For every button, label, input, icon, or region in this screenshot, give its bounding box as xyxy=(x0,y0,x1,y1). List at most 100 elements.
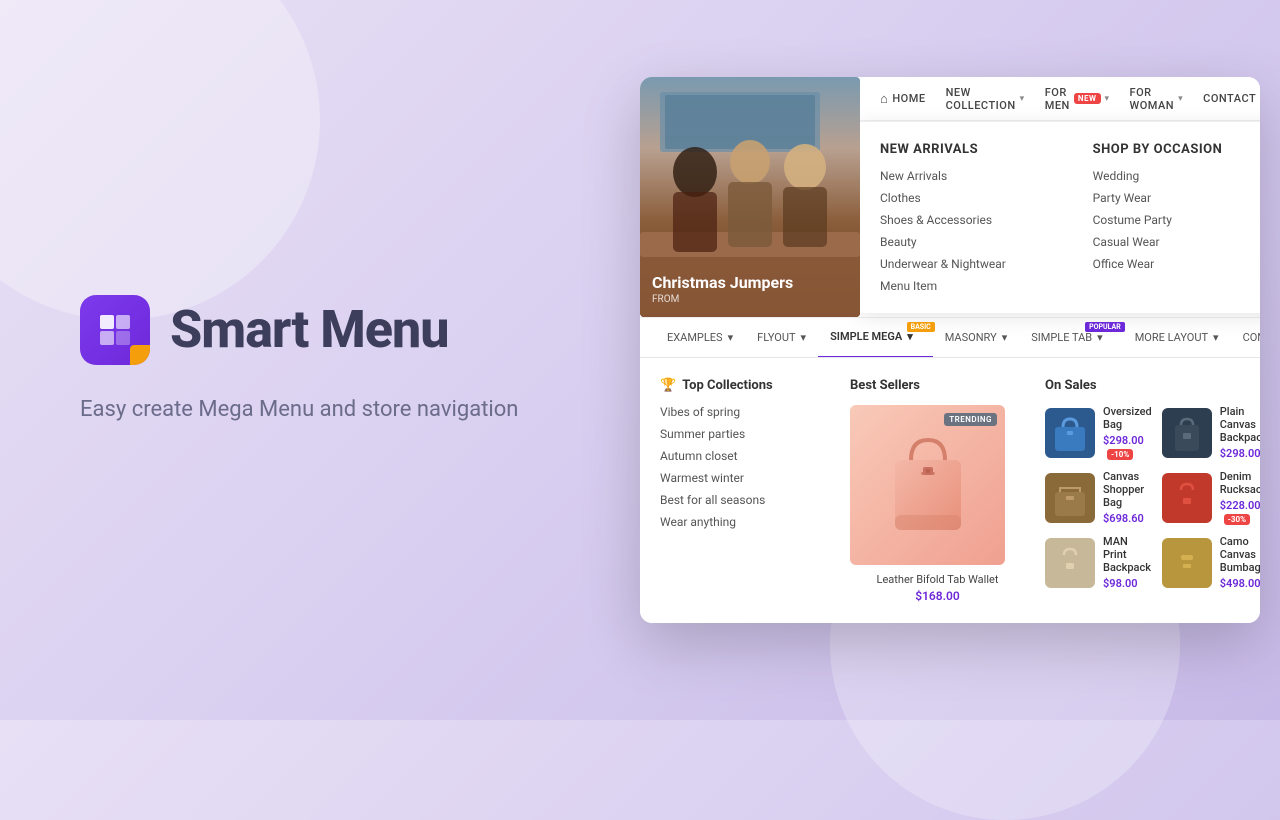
tab-masonry-label: MASONRY xyxy=(945,331,997,344)
nav-for-woman-label: FOR WOMAN xyxy=(1130,86,1175,112)
sale-item[interactable]: Canvas Shopper Bag $698.60 xyxy=(1045,470,1152,525)
collections-panel: 🏆 Top Collections Vibes of spring Summer… xyxy=(660,378,830,603)
sale-info: Camo Canvas Bumbag $498.00 xyxy=(1220,535,1260,590)
hero-title: Christmas Jumpers xyxy=(652,273,793,292)
mega-menu-item[interactable]: Wedding xyxy=(1093,169,1260,183)
mega-menu-col-occasion: Shop by Occasion Wedding Party Wear Cost… xyxy=(1093,142,1260,293)
tab-more-layout[interactable]: MORE LAYOUT ▾ xyxy=(1123,318,1231,358)
sale-discount-badge: -30% xyxy=(1224,514,1250,525)
tab-examples[interactable]: EXAMPLES ▾ xyxy=(655,318,745,358)
logo-icon xyxy=(95,310,135,350)
on-sales-panel: On Sales Oversized Bag xyxy=(1045,378,1260,603)
new-badge: New xyxy=(1074,93,1101,104)
chevron-icon-3: ▾ xyxy=(907,330,913,343)
chevron-down-icon-3: ▾ xyxy=(1178,94,1183,104)
mega-menu-item[interactable]: Beauty xyxy=(880,235,1053,249)
sale-item[interactable]: MAN Print Backpack $98.00 xyxy=(1045,535,1152,590)
mega-menu-item[interactable]: Clothes xyxy=(880,191,1053,205)
mega-menu-item[interactable]: Costume Party xyxy=(1093,213,1260,227)
sale-info: Oversized Bag $298.00 -10% xyxy=(1103,405,1152,460)
list-item[interactable]: Summer parties xyxy=(660,427,830,441)
list-item[interactable]: Vibes of spring xyxy=(660,405,830,419)
sale-info: Plain Canvas Backpack $298.00 xyxy=(1220,405,1260,460)
sale-item[interactable]: Denim Rucksack $228.00 -30% xyxy=(1162,470,1260,525)
bag-thumb-svg xyxy=(1050,478,1090,518)
popular-badge: POPULAR xyxy=(1085,322,1125,332)
list-item[interactable]: Wear anything xyxy=(660,515,830,529)
chevron-icon-4: ▾ xyxy=(1002,331,1008,344)
tab-contact[interactable]: CONTACT ▾ xyxy=(1231,318,1260,358)
sale-price: $228.00 -30% xyxy=(1220,499,1260,525)
tab-simple-tab-label: SIMPLE TAB xyxy=(1031,331,1092,344)
sale-item[interactable]: Camo Canvas Bumbag $498.00 xyxy=(1162,535,1260,590)
mega-menu-item[interactable]: Casual Wear xyxy=(1093,235,1260,249)
sale-thumb-5 xyxy=(1045,538,1095,588)
collection-list: Vibes of spring Summer parties Autumn cl… xyxy=(660,405,830,529)
sale-thumb-6 xyxy=(1162,538,1212,588)
sale-info: Canvas Shopper Bag $698.60 xyxy=(1103,470,1152,525)
chevron-icon-2: ▾ xyxy=(801,331,807,344)
list-item[interactable]: Autumn closet xyxy=(660,449,830,463)
mega-menu-item[interactable]: Menu Item xyxy=(880,279,1053,293)
tab-flyout-label: FLYOUT xyxy=(757,331,795,344)
sale-item[interactable]: Oversized Bag $298.00 -10% xyxy=(1045,405,1152,460)
tab-contact-label: CONTACT xyxy=(1243,331,1260,344)
chevron-icon: ▾ xyxy=(728,331,734,344)
chevron-down-icon: ▾ xyxy=(1020,94,1025,104)
basic-badge: BASIC xyxy=(907,322,935,332)
nav-contact[interactable]: CONTACT ▾ xyxy=(1203,92,1260,105)
bag-thumb-svg xyxy=(1050,413,1090,453)
main-content: 🏆 Top Collections Vibes of spring Summer… xyxy=(640,358,1260,623)
sale-info: MAN Print Backpack $98.00 xyxy=(1103,535,1152,590)
mega-menu-item[interactable]: New Arrivals xyxy=(880,169,1053,183)
nav-home-label: HOME xyxy=(892,92,925,105)
home-icon: ⌂ xyxy=(880,91,888,107)
nav-for-men[interactable]: FOR MEN New ▾ xyxy=(1045,86,1110,112)
mega-menu-dropdown: New Arrivals New Arrivals Clothes Shoes … xyxy=(860,121,1260,313)
list-item[interactable]: Best for all seasons xyxy=(660,493,830,507)
sale-thumb-4 xyxy=(1162,473,1212,523)
tab-simple-mega[interactable]: SIMPLE MEGA ▾ BASIC xyxy=(818,318,933,358)
app-tabs: EXAMPLES ▾ FLYOUT ▾ SIMPLE MEGA ▾ BASIC … xyxy=(640,318,1260,358)
brand-header: Smart Menu xyxy=(80,295,580,365)
nav-home[interactable]: ⌂ HOME xyxy=(880,91,926,107)
left-panel: Smart Menu Easy create Mega Menu and sto… xyxy=(0,235,640,486)
sale-name: Plain Canvas Backpack xyxy=(1220,405,1260,444)
mega-menu-item[interactable]: Office Wear xyxy=(1093,257,1260,271)
nav-new-collection[interactable]: NEW COLLECTION ▾ xyxy=(946,86,1025,112)
mega-menu-item[interactable]: Underwear & Nightwear xyxy=(880,257,1053,271)
product-image: TRENDING xyxy=(850,405,1005,565)
sales-grid: Oversized Bag $298.00 -10% xyxy=(1045,405,1260,590)
product-card[interactable]: TRENDING xyxy=(850,405,1025,603)
hero-text-block: Christmas Jumpers FROM xyxy=(652,273,793,305)
list-item[interactable]: Warmest winter xyxy=(660,471,830,485)
trophy-icon: 🏆 xyxy=(660,378,676,393)
chevron-down-icon-2: ▾ xyxy=(1105,94,1110,104)
tab-examples-label: EXAMPLES xyxy=(667,331,723,344)
tab-simple-tab[interactable]: SIMPLE TAB ▾ POPULAR xyxy=(1019,318,1122,358)
bag-thumb-svg xyxy=(1167,413,1207,453)
mega-menu-col-arrivals: New Arrivals New Arrivals Clothes Shoes … xyxy=(880,142,1053,293)
chevron-icon-5: ▾ xyxy=(1097,331,1103,344)
mega-menu-item[interactable]: Party Wear xyxy=(1093,191,1260,205)
mega-menu-col2-list: Wedding Party Wear Costume Party Casual … xyxy=(1093,169,1260,271)
top-nav: ⌂ HOME NEW COLLECTION ▾ FOR MEN New ▾ FO… xyxy=(860,77,1260,121)
mega-menu-col1-title: New Arrivals xyxy=(880,142,1053,157)
tab-flyout[interactable]: FLYOUT ▾ xyxy=(745,318,818,358)
sale-info: Denim Rucksack $228.00 -30% xyxy=(1220,470,1260,525)
nav-for-woman[interactable]: FOR WOMAN ▾ xyxy=(1130,86,1184,112)
collections-header: 🏆 Top Collections xyxy=(660,378,830,393)
sale-item[interactable]: Plain Canvas Backpack $298.00 xyxy=(1162,405,1260,460)
mega-menu-item[interactable]: Shoes & Accessories xyxy=(880,213,1053,227)
trending-badge: TRENDING xyxy=(944,413,997,426)
brand-logo xyxy=(80,295,150,365)
sale-name: MAN Print Backpack xyxy=(1103,535,1152,574)
nav-for-men-label: FOR MEN xyxy=(1045,86,1070,112)
bag-thumb-svg xyxy=(1167,543,1207,583)
mega-menu-col2-title: Shop by Occasion xyxy=(1093,142,1260,157)
right-panel: Christmas Jumpers FROM ⌂ HOME NEW COLLEC… xyxy=(640,97,1280,623)
nav-contact-label: CONTACT xyxy=(1203,92,1256,105)
mega-menu-col1-list: New Arrivals Clothes Shoes & Accessories… xyxy=(880,169,1053,293)
tab-masonry[interactable]: MASONRY ▾ xyxy=(933,318,1019,358)
sale-price: $298.00 xyxy=(1220,447,1260,460)
